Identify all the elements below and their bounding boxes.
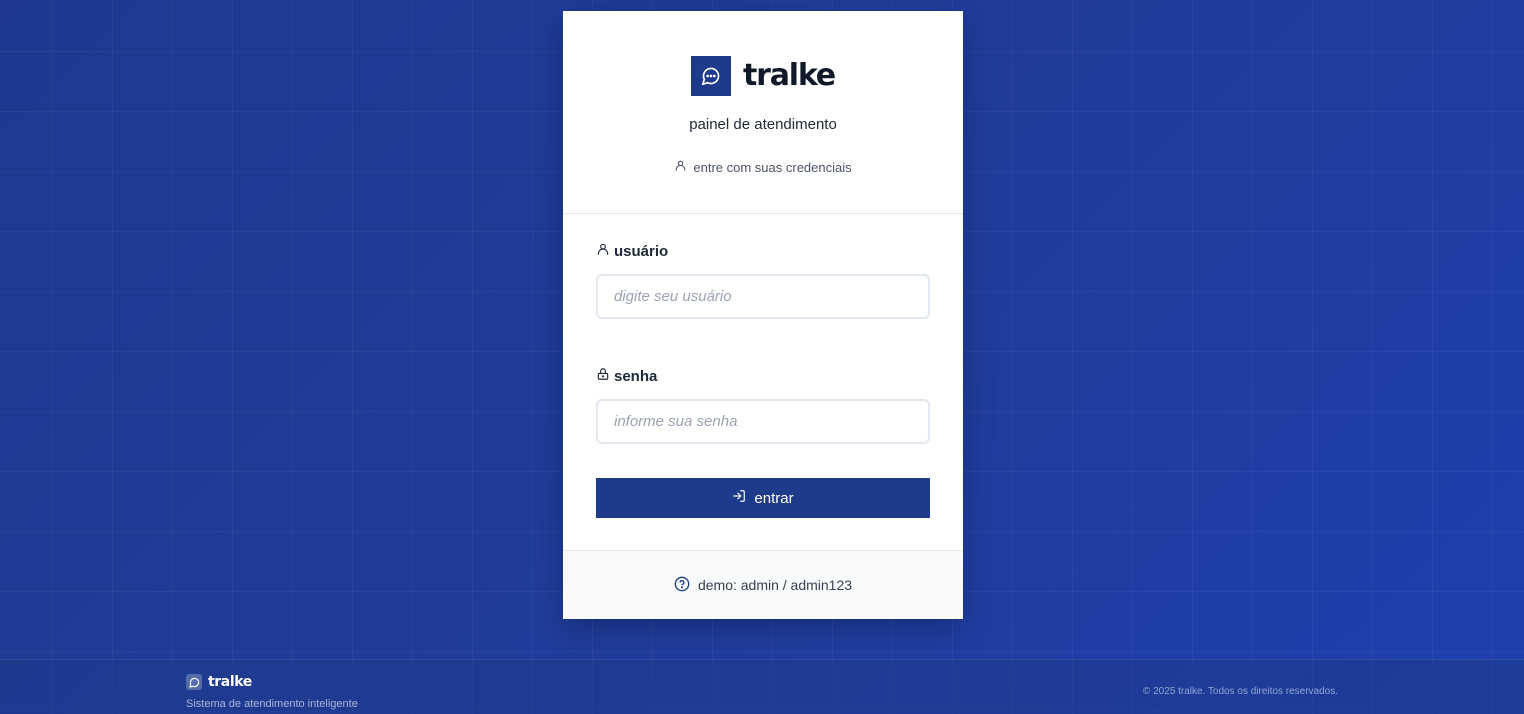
login-card-header: tralke painel de atendimento entre com s… bbox=[563, 11, 963, 214]
footer-tagline: Sistema de atendimento inteligente bbox=[186, 698, 358, 710]
brand-logo: tralke bbox=[691, 56, 836, 96]
demo-credentials-text: demo: admin / admin123 bbox=[697, 577, 853, 593]
user-icon bbox=[596, 243, 610, 260]
login-form: usuário senha bbox=[596, 241, 930, 444]
username-input[interactable] bbox=[596, 274, 930, 319]
user-icon bbox=[674, 159, 687, 175]
footer-brand: tralke bbox=[186, 674, 252, 690]
footer-copyright: © 2025 tralke. Todos os direitos reserva… bbox=[1142, 686, 1338, 697]
login-card: tralke painel de atendimento entre com s… bbox=[563, 11, 963, 619]
lock-icon bbox=[596, 367, 610, 385]
credentials-hint-text: entre com suas credenciais bbox=[693, 159, 852, 175]
chat-bubble-icon bbox=[186, 674, 202, 690]
log-in-icon bbox=[732, 489, 746, 507]
username-label: usuário bbox=[596, 241, 930, 261]
chat-bubble-icon bbox=[691, 56, 731, 96]
footer-brand-name: tralke bbox=[208, 674, 252, 690]
demo-credentials: demo: admin / admin123 bbox=[563, 550, 963, 619]
credentials-hint: entre com suas credenciais bbox=[563, 159, 963, 175]
password-label: senha bbox=[596, 366, 930, 386]
username-label-text: usuário bbox=[614, 242, 669, 260]
page-footer: tralke Sistema de atendimento inteligent… bbox=[0, 659, 1524, 714]
submit-button[interactable]: entrar bbox=[596, 478, 930, 518]
password-label-text: senha bbox=[614, 367, 658, 385]
password-input[interactable] bbox=[596, 399, 930, 444]
help-circle-icon bbox=[674, 576, 690, 595]
submit-button-label: entrar bbox=[754, 489, 794, 507]
page-subtitle: painel de atendimento bbox=[689, 116, 837, 133]
brand-name: tralke bbox=[743, 58, 836, 93]
